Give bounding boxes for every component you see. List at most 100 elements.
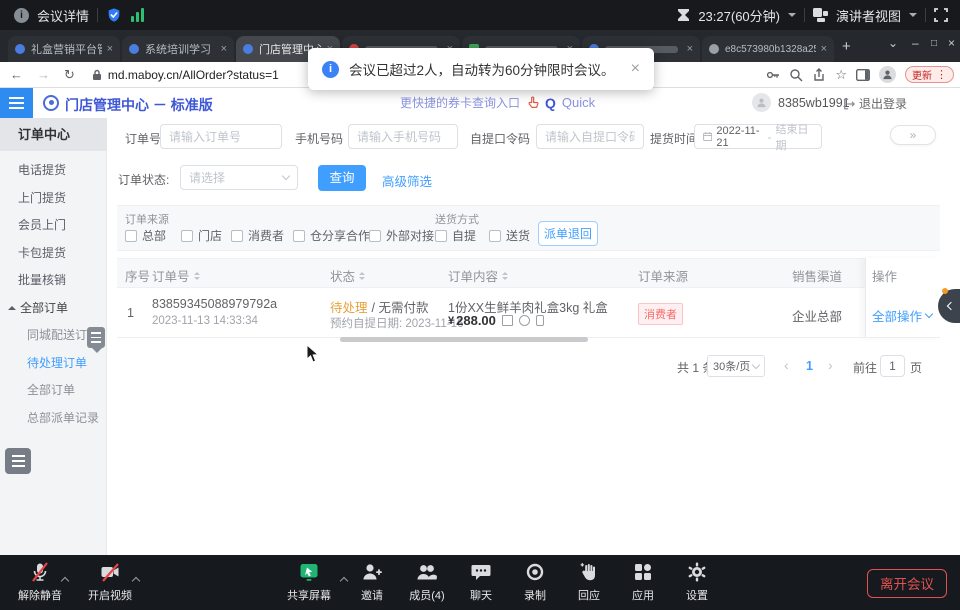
- timer-caret-icon[interactable]: [788, 13, 796, 21]
- bookmark-star-icon[interactable]: ☆: [835, 67, 847, 83]
- sidebar-item-batch-verify[interactable]: 批量核销: [0, 268, 107, 292]
- sidebar-subitem-hq-dispatch[interactable]: 总部派单记录: [0, 406, 107, 430]
- toolbar-chat-button[interactable]: 聊天: [458, 561, 504, 603]
- username[interactable]: 8385wb1991: [778, 96, 850, 110]
- sidebar-group-all-orders[interactable]: 全部订单: [0, 296, 107, 320]
- checkbox-icon[interactable]: [125, 230, 137, 242]
- maximize-icon[interactable]: □: [931, 38, 937, 49]
- date-range-input[interactable]: 2022-11-21 - 结束日期: [694, 124, 822, 149]
- checkbox-source-external[interactable]: 外部对接: [369, 227, 434, 244]
- expand-filters-button[interactable]: »: [890, 125, 936, 145]
- toolbar-record-button[interactable]: 录制: [512, 561, 558, 603]
- checkbox-icon[interactable]: [489, 230, 501, 242]
- pickup-code-input[interactable]: [536, 124, 644, 149]
- next-page-icon[interactable]: ›: [828, 357, 833, 373]
- forward-icon[interactable]: →: [37, 67, 50, 82]
- hamburger-button[interactable]: [0, 88, 33, 118]
- col-header-status[interactable]: 状态: [330, 266, 365, 285]
- back-icon[interactable]: ←: [10, 67, 23, 82]
- checkbox-icon[interactable]: [369, 230, 381, 242]
- toolbar-members-button[interactable]: 成员(4): [400, 561, 454, 603]
- side-panel-icon[interactable]: [856, 69, 870, 81]
- browser-tab[interactable]: 系统培训学习 ×: [122, 36, 234, 62]
- current-page[interactable]: 1: [806, 359, 813, 373]
- checkbox-source-hq[interactable]: 总部: [125, 227, 166, 244]
- checkbox-icon[interactable]: [293, 230, 305, 242]
- meeting-details-label[interactable]: 会议详情: [37, 6, 89, 25]
- toolbar-invite-button[interactable]: 邀请: [347, 561, 397, 603]
- window-close-icon[interactable]: ×: [948, 36, 955, 50]
- sort-icon[interactable]: [359, 272, 365, 280]
- tab-search-chevron-icon[interactable]: ⌄: [888, 36, 898, 50]
- sidebar-item-phone-pickup[interactable]: 电话提货: [0, 158, 107, 182]
- checkbox-icon[interactable]: [231, 230, 243, 242]
- url-text[interactable]: md.maboy.cn/AllOrder?status=1: [108, 68, 279, 82]
- sidebar-collapse-handle[interactable]: [87, 327, 105, 348]
- phone-input[interactable]: [348, 124, 458, 149]
- col-header-orderno[interactable]: 订单号: [152, 266, 200, 285]
- sidebar-item-door-pickup[interactable]: 上门提货: [0, 186, 107, 210]
- tab-close-icon[interactable]: ×: [216, 43, 227, 55]
- user-avatar[interactable]: [752, 93, 771, 112]
- horizontal-scrollbar[interactable]: [340, 337, 588, 342]
- col-header-content[interactable]: 订单内容: [448, 266, 508, 285]
- cell-channel: 企业总部: [792, 306, 842, 325]
- promo-link[interactable]: 更快捷的券卡查询入口: [400, 94, 520, 111]
- order-no-input[interactable]: [160, 124, 282, 149]
- advanced-filter-link[interactable]: 高级筛选: [382, 171, 432, 190]
- page-size-select[interactable]: 30条/页: [707, 355, 765, 377]
- fullscreen-icon[interactable]: [934, 8, 948, 22]
- reload-icon[interactable]: ↻: [64, 67, 75, 83]
- sort-icon[interactable]: [194, 272, 200, 280]
- info-icon[interactable]: i: [14, 8, 29, 23]
- row-action-dropdown[interactable]: 全部操作: [872, 306, 932, 325]
- sort-icon[interactable]: [502, 272, 508, 280]
- update-badge[interactable]: 更新 ⋮: [905, 66, 954, 83]
- shield-check-icon[interactable]: [106, 7, 122, 23]
- leave-meeting-button[interactable]: 离开会议: [867, 569, 947, 598]
- zoom-icon[interactable]: [789, 68, 803, 82]
- prev-page-icon[interactable]: ‹: [784, 357, 789, 373]
- order-status-select[interactable]: 请选择: [180, 165, 298, 190]
- dispatch-return-button[interactable]: 派单退回: [538, 221, 598, 246]
- browser-tab[interactable]: e8c573980b1328a258fd2e618 ×: [702, 36, 834, 62]
- logout-link[interactable]: 退出登录: [859, 95, 907, 112]
- minimize-icon[interactable]: –: [912, 36, 919, 50]
- toolbar-reaction-button[interactable]: 回应: [566, 561, 612, 603]
- checkbox-icon[interactable]: [435, 230, 447, 242]
- sidebar-subitem-pending-orders[interactable]: 待处理订单: [0, 351, 107, 375]
- tab-close-icon[interactable]: ×: [102, 43, 113, 55]
- layout-view-icon[interactable]: [813, 8, 828, 22]
- profile-avatar-icon[interactable]: [879, 66, 896, 83]
- sidebar-subitem-all-orders[interactable]: 全部订单: [0, 378, 107, 402]
- new-tab-button[interactable]: +: [842, 38, 851, 55]
- goto-page-input[interactable]: [880, 355, 905, 377]
- toolbar-video-button[interactable]: 开启视频: [80, 561, 140, 603]
- checkbox-icon[interactable]: [181, 230, 193, 242]
- share-icon[interactable]: [812, 68, 826, 82]
- toolbar-share-button[interactable]: 共享屏幕: [279, 561, 339, 603]
- sidebar-item-card-pickup[interactable]: 卡包提货: [0, 241, 107, 265]
- signal-bars-icon[interactable]: [130, 8, 146, 22]
- toolbar-settings-button[interactable]: 设置: [674, 561, 720, 603]
- checkbox-source-consumer[interactable]: 消费者: [231, 227, 284, 244]
- checkbox-delivery-selfpickup[interactable]: 自提: [435, 227, 476, 244]
- key-icon[interactable]: [766, 68, 780, 82]
- more-icon[interactable]: ⋮: [936, 68, 947, 81]
- floating-annotation-button[interactable]: [5, 448, 31, 474]
- quick-logo[interactable]: Q: [545, 95, 556, 111]
- checkbox-source-warehouse[interactable]: 仓分享合作: [293, 227, 370, 244]
- sidebar-item-member-visit[interactable]: 会员上门: [0, 213, 107, 237]
- notification-close-icon[interactable]: ×: [631, 60, 640, 78]
- tab-close-icon[interactable]: ×: [682, 43, 693, 55]
- toolbar-apps-button[interactable]: 应用: [620, 561, 666, 603]
- checkbox-delivery-delivery[interactable]: 送货: [489, 227, 530, 244]
- pickup-code-label: 自提口令码: [470, 130, 530, 147]
- browser-tab[interactable]: 礼盒营销平台管理中心 ×: [8, 36, 120, 62]
- checkbox-source-store[interactable]: 门店: [181, 227, 222, 244]
- view-caret-icon[interactable]: [909, 13, 917, 21]
- quick-link[interactable]: Quick: [562, 95, 595, 110]
- tab-close-icon[interactable]: ×: [816, 43, 827, 55]
- search-button[interactable]: 查询: [318, 165, 366, 191]
- view-mode-label[interactable]: 演讲者视图: [836, 6, 901, 25]
